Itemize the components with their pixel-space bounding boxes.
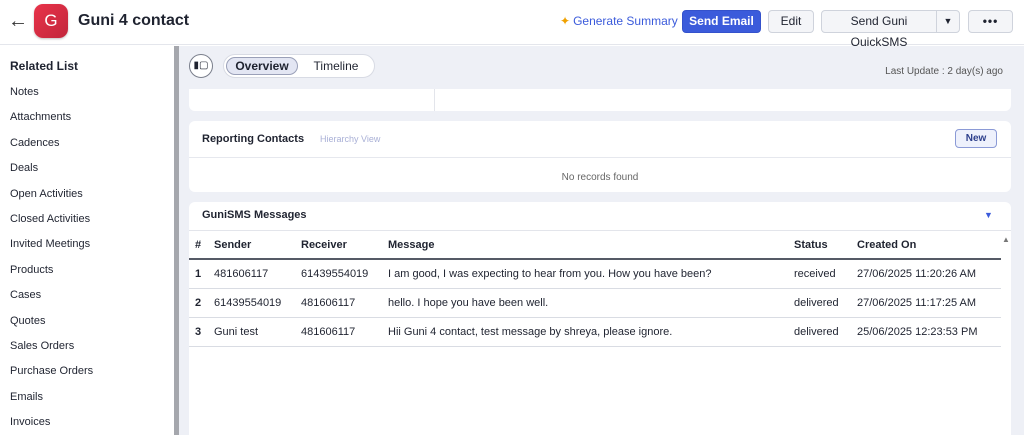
column-header-receiver[interactable]: Receiver [301, 231, 347, 260]
row-status: delivered [794, 326, 839, 338]
more-actions-button[interactable]: ••• [968, 10, 1013, 33]
back-arrow-icon[interactable]: ← [8, 11, 28, 31]
generate-summary-label: Generate Summary [573, 14, 678, 28]
row-sender: 481606117 [214, 268, 269, 280]
table-header-row: # Sender Receiver Message Status Created… [189, 231, 1001, 260]
column-header-message[interactable]: Message [388, 231, 434, 260]
row-created-on: 27/06/2025 11:17:25 AM [857, 297, 977, 309]
quicksms-dropdown-toggle[interactable]: ▼ [936, 10, 960, 33]
reporting-contacts-card: Reporting Contacts Hierarchy View New No… [189, 121, 1011, 192]
avatar: G [34, 4, 68, 38]
sidebar-item-cadences[interactable]: Cadences [10, 137, 93, 162]
panel-toggle-icon: ▮▢ [193, 60, 209, 71]
sidebar-item-attachments[interactable]: Attachments [10, 111, 93, 136]
gunisms-messages-card: GuniSMS Messages ▼ # Sender Receiver Mes… [189, 202, 1011, 435]
details-card-bottom [189, 89, 1011, 111]
sidebar-item-invited-meetings[interactable]: Invited Meetings [10, 238, 93, 263]
row-receiver: 61439554019 [301, 268, 369, 280]
column-header-created-on[interactable]: Created On [857, 231, 916, 260]
row-status: received [794, 268, 836, 280]
column-header-index: # [195, 239, 202, 251]
row-created-on: 25/06/2025 12:23:53 PM [857, 326, 978, 338]
sidebar-item-closed-activities[interactable]: Closed Activities [10, 213, 93, 238]
sidebar-item-purchase-orders[interactable]: Purchase Orders [10, 365, 93, 390]
sidebar-item-sales-orders[interactable]: Sales Orders [10, 340, 93, 365]
collapse-section-icon[interactable]: ▼ [984, 210, 993, 220]
caret-down-icon: ▼ [943, 16, 953, 26]
row-receiver: 481606117 [301, 326, 356, 338]
gunisms-messages-title: GuniSMS Messages [202, 209, 307, 221]
row-index: 3 [195, 326, 202, 338]
row-index: 1 [195, 268, 202, 280]
reporting-contacts-title: Reporting Contacts [202, 133, 305, 145]
sidebar-item-invoices[interactable]: Invoices [10, 416, 93, 435]
row-status: delivered [794, 297, 839, 309]
new-reporting-contact-button[interactable]: New [955, 129, 997, 148]
generate-summary-link[interactable]: ✦ Generate Summary [560, 14, 678, 28]
sidebar-item-deals[interactable]: Deals [10, 162, 93, 187]
sidebar-item-notes[interactable]: Notes [10, 86, 93, 111]
column-header-status[interactable]: Status [794, 231, 828, 260]
row-receiver: 481606117 [301, 297, 356, 309]
row-message: hello. I hope you have been well. [388, 297, 549, 309]
tab-timeline[interactable]: Timeline [302, 57, 370, 75]
column-header-sender[interactable]: Sender [214, 231, 251, 260]
sidebar-item-products[interactable]: Products [10, 264, 93, 289]
related-list: Notes Attachments Cadences Deals Open Ac… [10, 86, 93, 435]
page-title: Guni 4 contact [78, 12, 190, 29]
sparkle-icon: ✦ [560, 14, 571, 28]
collapse-panel-button[interactable]: ▮▢ [189, 54, 213, 78]
related-list-sidebar: Related List Notes Attachments Cadences … [0, 46, 178, 435]
row-sender: 61439554019 [214, 297, 282, 309]
view-toolbar: ▮▢ Overview Timeline Last Update : 2 day… [179, 46, 1024, 88]
row-index: 2 [195, 297, 202, 309]
row-created-on: 27/06/2025 11:20:26 AM [857, 268, 977, 280]
table-scroll-up-arrow[interactable]: ▲ [1002, 235, 1010, 244]
edit-button[interactable]: Edit [768, 10, 814, 33]
related-list-title: Related List [10, 59, 79, 73]
sms-table: # Sender Receiver Message Status Created… [189, 231, 1001, 347]
table-row[interactable]: 3 Guni test 481606117 Hii Guni 4 contact… [189, 318, 1001, 347]
last-update-text: Last Update : 2 day(s) ago [885, 66, 1003, 77]
reporting-divider [189, 157, 1011, 158]
row-message: Hii Guni 4 contact, test message by shre… [388, 326, 673, 338]
no-records-text: No records found [561, 172, 639, 183]
tab-overview[interactable]: Overview [226, 57, 298, 75]
table-row[interactable]: 2 61439554019 481606117 hello. I hope yo… [189, 289, 1001, 318]
details-divider [434, 89, 435, 111]
send-quicksms-button[interactable]: Send Guni QuickSMS [821, 10, 937, 49]
row-sender: Guni test [214, 326, 259, 338]
record-header: ← G Guni 4 contact ✦ Generate Summary Sen… [0, 0, 1024, 49]
hierarchy-view-link[interactable]: Hierarchy View [320, 134, 380, 144]
sidebar-item-quotes[interactable]: Quotes [10, 315, 93, 340]
sidebar-item-open-activities[interactable]: Open Activities [10, 188, 93, 213]
send-email-button[interactable]: Send Email [682, 10, 761, 33]
view-tabs: Overview Timeline [223, 54, 375, 78]
row-message: I am good, I was expecting to hear from … [388, 268, 712, 280]
table-row[interactable]: 1 481606117 61439554019 I am good, I was… [189, 260, 1001, 289]
sidebar-item-cases[interactable]: Cases [10, 289, 93, 314]
sidebar-item-emails[interactable]: Emails [10, 391, 93, 416]
main-content: ▮▢ Overview Timeline Last Update : 2 day… [179, 46, 1024, 435]
